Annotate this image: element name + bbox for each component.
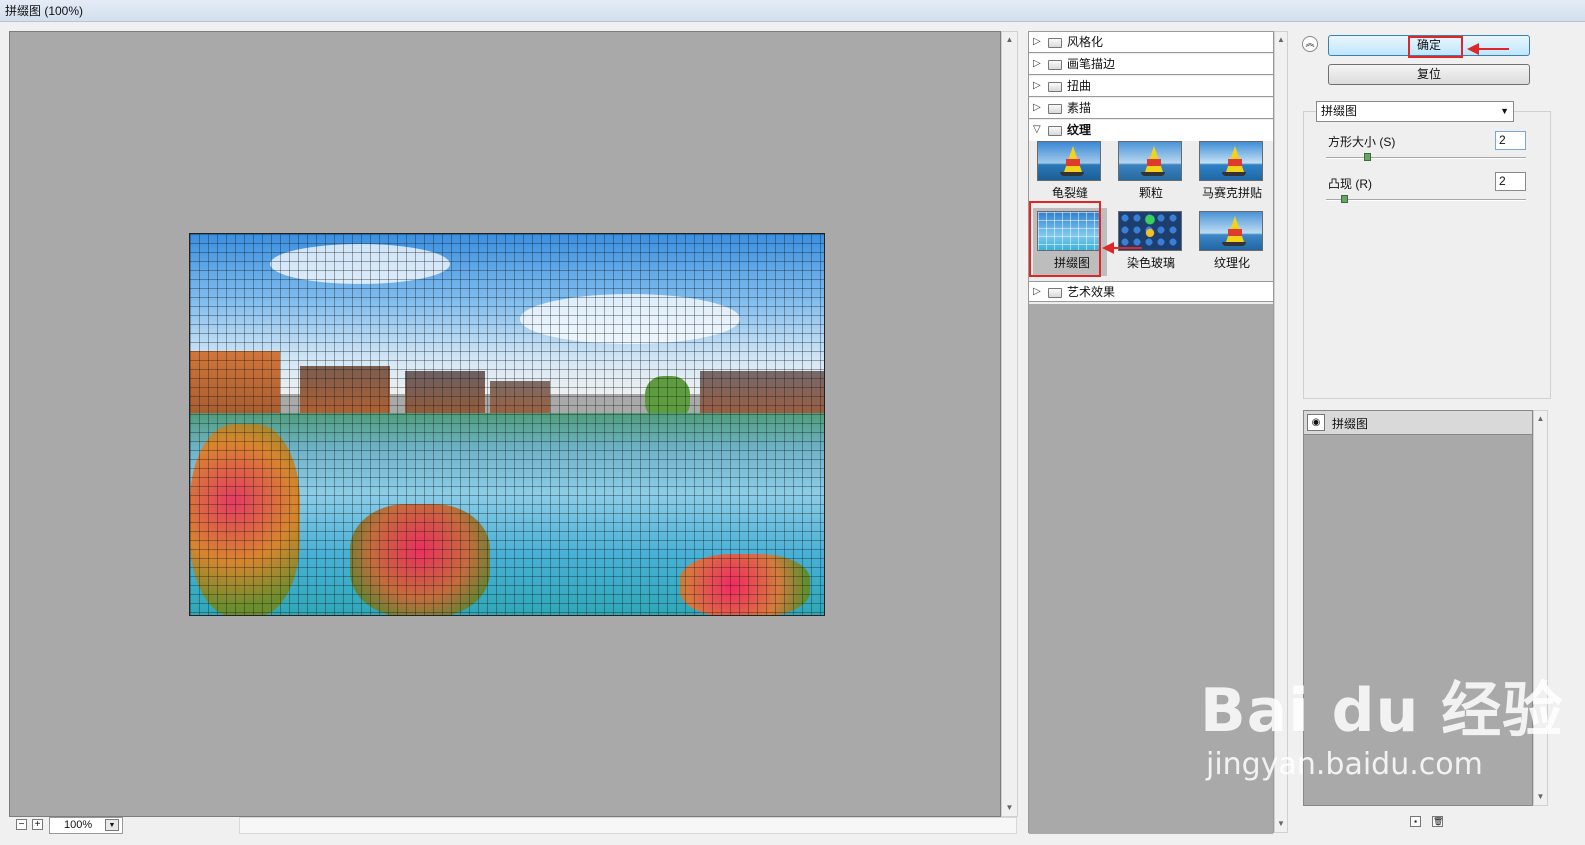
folder-icon — [1048, 288, 1062, 298]
filter-thumb-craquelure[interactable]: 龟裂缝 — [1037, 141, 1103, 201]
annotation-box-ok — [1408, 36, 1463, 58]
relief-slider[interactable] — [1326, 195, 1526, 203]
zoom-out-button[interactable]: − — [16, 819, 27, 830]
patchwork-tile-overlay — [190, 234, 824, 615]
eye-icon[interactable]: ◉ — [1307, 414, 1325, 431]
hull — [1222, 172, 1246, 176]
category-brush-strokes[interactable]: ▷ 画笔描边 — [1029, 54, 1273, 75]
preview-scene — [190, 234, 824, 615]
preview-horizontal-scrollbar[interactable] — [239, 817, 1017, 834]
scroll-up-icon[interactable]: ▲ — [1002, 33, 1017, 47]
thumb-image — [1037, 141, 1101, 181]
hull — [1141, 172, 1165, 176]
expand-triangle-icon[interactable]: ▷ — [1033, 98, 1041, 118]
filter-thumb-texturizer[interactable]: 纹理化 — [1199, 211, 1265, 271]
category-label: 素描 — [1067, 101, 1092, 115]
zoom-dropdown-icon[interactable]: ▼ — [105, 819, 119, 831]
filter-thumb-stained-glass[interactable]: 染色玻璃 — [1118, 211, 1184, 271]
square-size-field[interactable]: 2 — [1495, 131, 1526, 150]
slider-thumb[interactable] — [1364, 153, 1371, 161]
folder-icon — [1048, 82, 1062, 92]
expand-triangle-icon[interactable]: ▷ — [1033, 76, 1041, 96]
scroll-up-icon[interactable]: ▲ — [1275, 33, 1287, 47]
preview-image — [189, 233, 825, 616]
slider-thumb[interactable] — [1341, 195, 1348, 203]
filter-thumb-grain[interactable]: 颗粒 — [1118, 141, 1184, 201]
thumb-label: 龟裂缝 — [1051, 186, 1088, 200]
collapse-panel-icon[interactable]: ︽ — [1302, 36, 1318, 52]
filter-settings-panel — [1303, 111, 1551, 399]
expand-triangle-icon[interactable]: ▷ — [1033, 32, 1041, 52]
thumb-label: 染色玻璃 — [1126, 256, 1175, 270]
category-label: 风格化 — [1067, 35, 1104, 49]
effect-layer-row[interactable]: ◉ 拼缀图 — [1304, 411, 1532, 435]
delete-effect-layer-icon[interactable]: 🗑 — [1432, 816, 1443, 827]
expand-triangle-icon[interactable]: ▷ — [1033, 54, 1041, 74]
filter-thumb-mosaic-tiles[interactable]: 马赛克拼贴 — [1199, 141, 1265, 201]
hull — [1060, 172, 1084, 176]
scroll-down-icon[interactable]: ▼ — [1534, 790, 1547, 804]
hull — [1222, 242, 1246, 246]
filter-select-value: 拼缀图 — [1321, 104, 1358, 118]
square-size-label: 方形大小 (S) — [1328, 135, 1396, 149]
collapse-triangle-icon[interactable]: ▽ — [1033, 120, 1041, 140]
annotation-arrow-thumbnail — [1102, 242, 1142, 254]
square-size-slider[interactable] — [1326, 153, 1526, 161]
folder-open-icon — [1048, 126, 1062, 136]
thumb-image — [1199, 141, 1263, 181]
category-label: 画笔描边 — [1067, 57, 1116, 71]
effect-layer-name: 拼缀图 — [1332, 417, 1369, 431]
folder-icon — [1048, 104, 1062, 114]
zoom-in-button[interactable]: + — [32, 819, 43, 830]
thumb-label: 颗粒 — [1138, 186, 1163, 200]
chevron-down-icon: ▼ — [1500, 106, 1509, 116]
sail-stripe — [1147, 159, 1161, 166]
category-distort[interactable]: ▷ 扭曲 — [1029, 76, 1273, 97]
preview-vertical-scrollbar[interactable]: ▲ ▼ — [1001, 31, 1018, 817]
category-artistic[interactable]: ▷ 艺术效果 — [1029, 281, 1273, 302]
category-label: 扭曲 — [1067, 79, 1092, 93]
watermark-url: jingyan.baidu.com — [1206, 747, 1483, 782]
category-label: 纹理 — [1067, 123, 1092, 137]
annotation-arrow-ok — [1467, 43, 1509, 55]
thumb-image — [1118, 211, 1182, 251]
reset-button[interactable]: 复位 — [1328, 64, 1530, 85]
scroll-up-icon[interactable]: ▲ — [1534, 412, 1547, 426]
baidu-watermark: Bai du 经验 jingyan.baidu.com — [1200, 662, 1563, 782]
category-label: 艺术效果 — [1067, 285, 1116, 299]
expand-triangle-icon[interactable]: ▷ — [1033, 282, 1041, 302]
watermark-logo: Bai du 经验 — [1200, 676, 1564, 746]
scroll-down-icon[interactable]: ▼ — [1002, 801, 1017, 815]
category-stylize[interactable]: ▷ 风格化 — [1029, 32, 1273, 53]
preview-canvas[interactable] — [9, 31, 1001, 817]
thumb-image — [1118, 141, 1182, 181]
thumb-label: 马赛克拼贴 — [1201, 186, 1262, 200]
sail-stripe — [1228, 159, 1242, 166]
window-title: 拼缀图 (100%) — [0, 0, 1585, 22]
folder-icon — [1048, 60, 1062, 70]
folder-icon — [1048, 38, 1062, 48]
new-effect-layer-icon[interactable]: ▪ — [1410, 816, 1421, 827]
annotation-box-thumbnail — [1029, 201, 1101, 277]
thumb-image — [1199, 211, 1263, 251]
preview-statusbar: − + 100% ▼ — [9, 817, 1018, 835]
relief-field[interactable]: 2 — [1495, 172, 1526, 191]
category-texture[interactable]: ▽ 纹理 — [1029, 120, 1273, 141]
filter-gallery-dialog: ▲ ▼ − + 100% ▼ ▷ 风格化 ▷ 画笔描边 ▷ 扭曲 ▷ 素描 ▽ … — [0, 22, 1585, 845]
filter-select[interactable]: 拼缀图 ▼ — [1316, 101, 1514, 122]
category-sketch[interactable]: ▷ 素描 — [1029, 98, 1273, 119]
sail-stripe — [1228, 229, 1242, 236]
relief-label: 凸现 (R) — [1328, 177, 1372, 191]
thumb-label: 纹理化 — [1213, 256, 1250, 270]
sail-stripe — [1066, 159, 1080, 166]
scroll-down-icon[interactable]: ▼ — [1275, 817, 1287, 831]
